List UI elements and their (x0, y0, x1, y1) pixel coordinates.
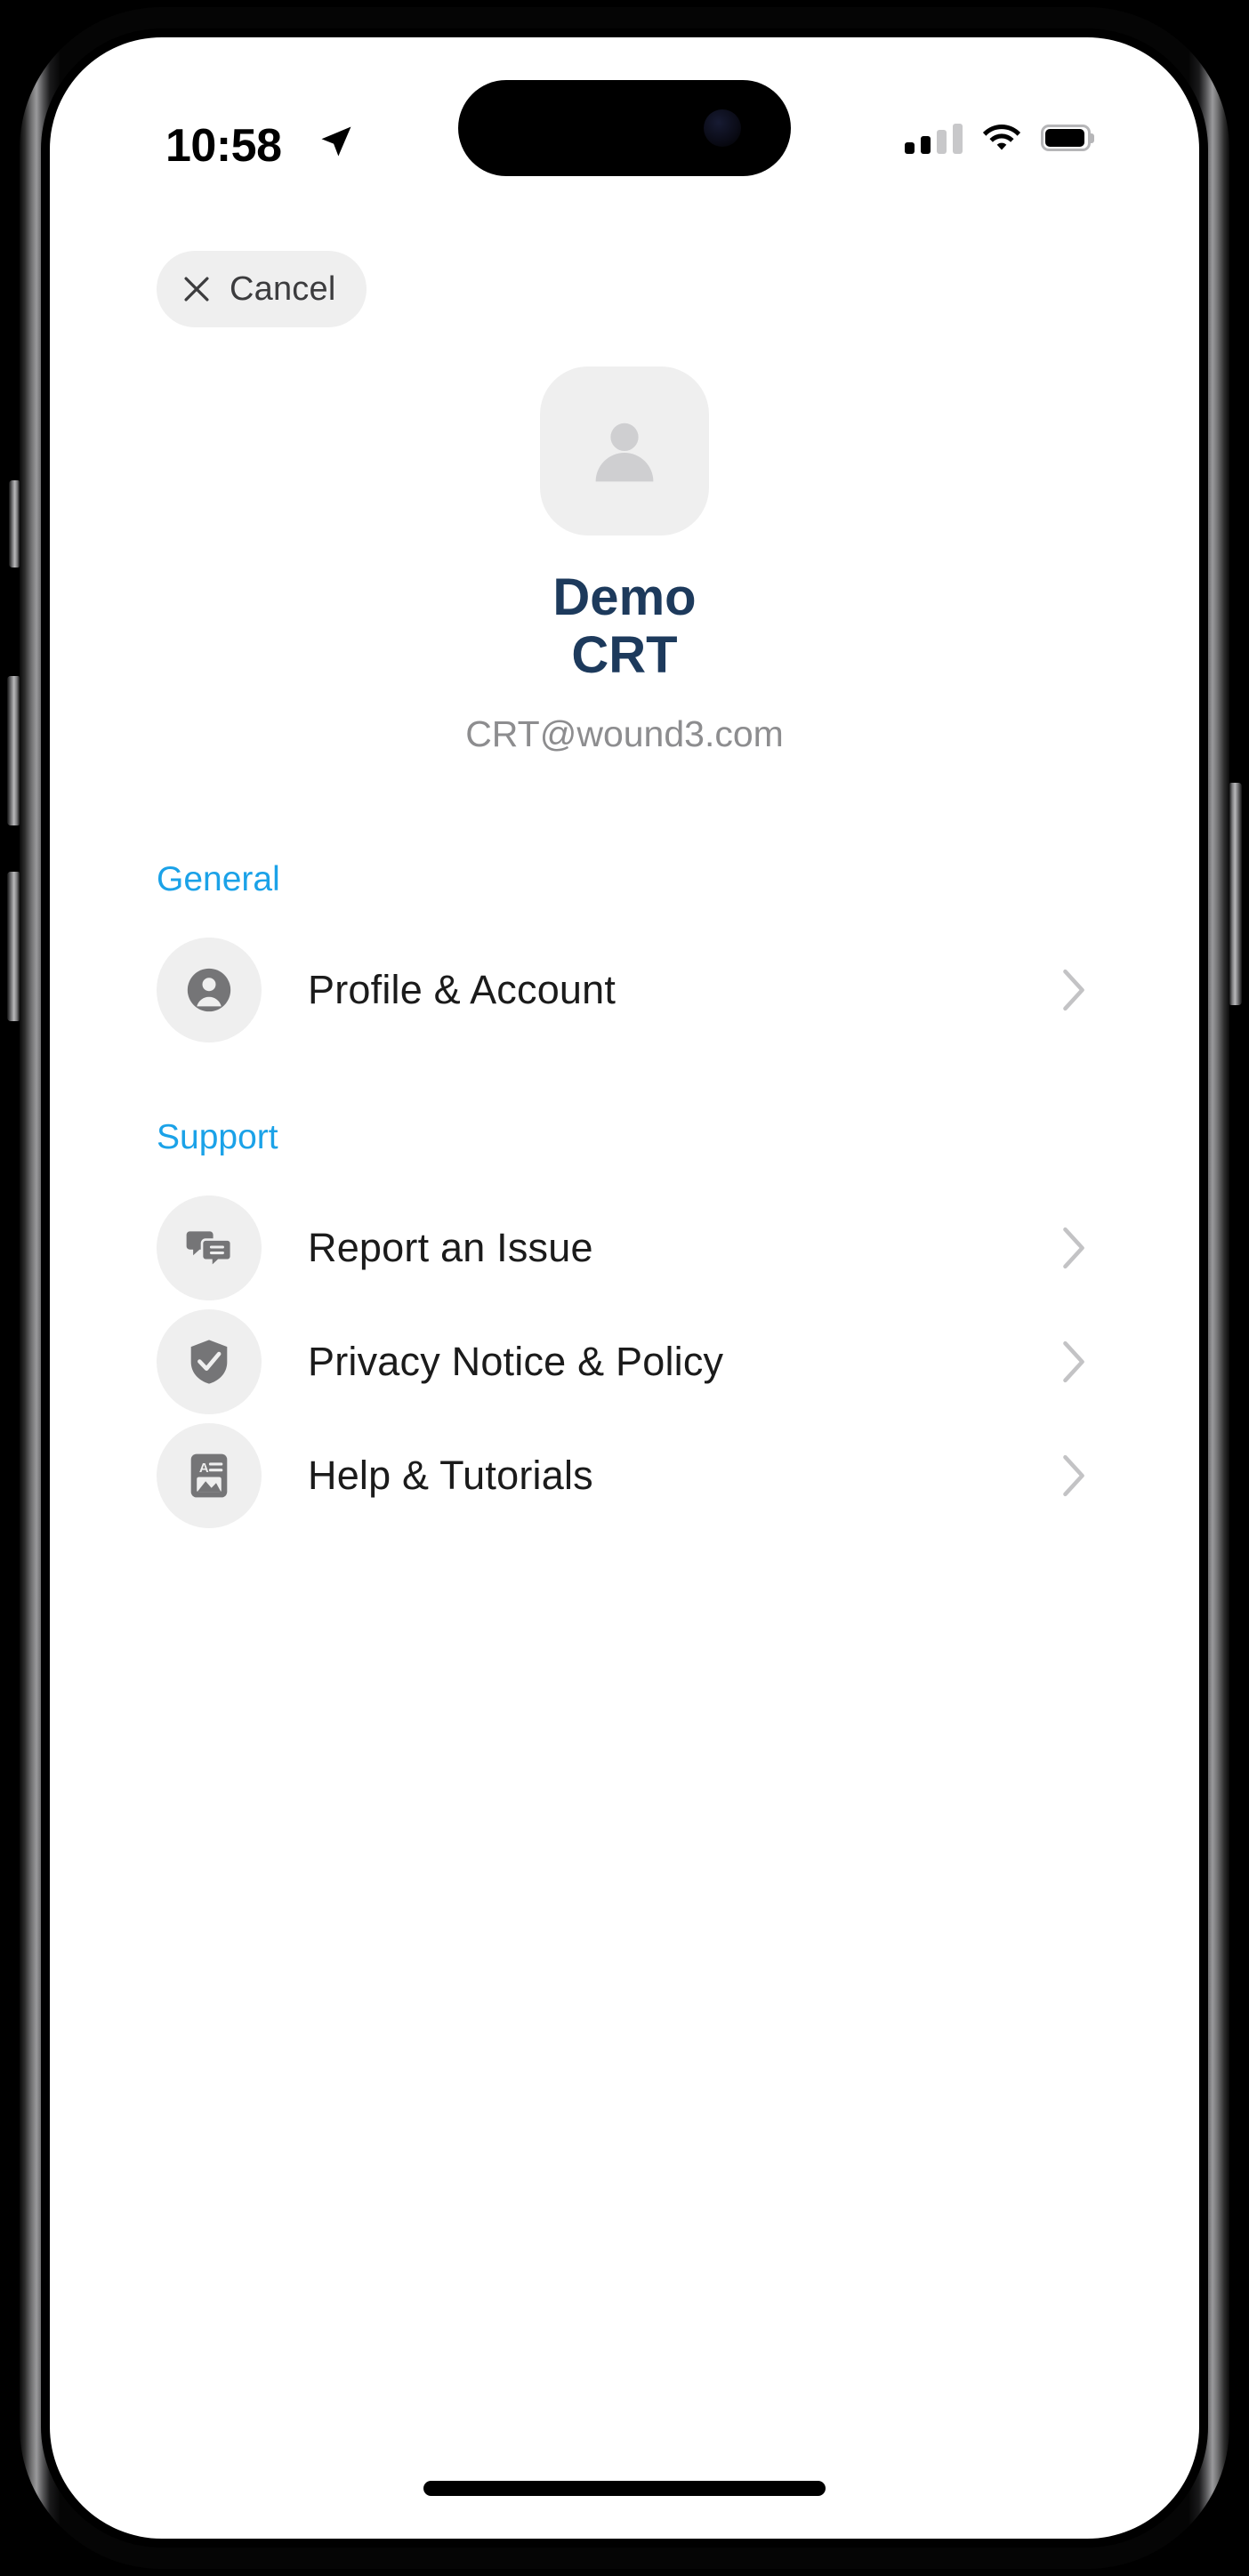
section-title-general: General (157, 860, 280, 898)
cellular-signal-icon (905, 124, 963, 154)
row-label: Profile & Account (308, 967, 616, 1012)
dynamic-island (458, 80, 791, 176)
row-privacy-policy[interactable]: Privacy Notice & Policy (50, 1305, 1199, 1419)
profile-header: Demo CRT CRT@wound3.com (50, 366, 1199, 755)
home-indicator-bar[interactable] (423, 2481, 826, 2496)
chevron-right-icon (1063, 969, 1084, 1011)
profile-name-line2: CRT (571, 625, 678, 684)
status-bar: 10:58 (50, 37, 1199, 197)
person-placeholder-icon (595, 423, 654, 482)
phone-screen: 10:58 Cancel Demo CRT CRT@wound3.com Gen… (50, 37, 1199, 2539)
wifi-icon (982, 125, 1021, 150)
chevron-right-icon (1063, 1227, 1084, 1269)
section-support-rows: Report an Issue Privacy Notice & Policy (50, 1191, 1199, 1533)
shield-check-icon (157, 1309, 262, 1414)
avatar[interactable] (540, 366, 709, 535)
section-title-support: Support (157, 1118, 278, 1156)
location-arrow-icon (321, 126, 351, 157)
status-time: 10:58 (165, 120, 282, 172)
device-frame: 10:58 Cancel Demo CRT CRT@wound3.com Gen… (0, 0, 1249, 2576)
section-general-rows: Profile & Account (50, 933, 1199, 1047)
row-report-issue[interactable]: Report an Issue (50, 1191, 1199, 1305)
svg-text:A: A (199, 1461, 209, 1476)
section-general: General Profile & Account (50, 860, 1199, 1047)
chat-bubbles-icon (157, 1195, 262, 1300)
profile-name: Demo CRT (552, 568, 697, 685)
person-circle-icon (157, 938, 262, 1042)
profile-email: CRT@wound3.com (465, 712, 784, 754)
article-document-icon: A (157, 1423, 262, 1528)
power-button[interactable] (1229, 783, 1242, 1005)
row-label: Report an Issue (308, 1225, 593, 1270)
front-camera-lens (704, 109, 741, 147)
status-icons (905, 116, 1094, 162)
silent-switch-button[interactable] (9, 480, 20, 568)
chevron-right-icon (1063, 1340, 1084, 1383)
volume-up-button[interactable] (7, 676, 20, 825)
row-help-tutorials[interactable]: A Help & Tutorials (50, 1419, 1199, 1533)
row-label: Help & Tutorials (308, 1453, 593, 1498)
row-profile-account[interactable]: Profile & Account (50, 933, 1199, 1047)
volume-down-button[interactable] (7, 872, 20, 1021)
battery-icon (1041, 125, 1094, 153)
close-x-icon (184, 277, 209, 302)
profile-name-line1: Demo (552, 568, 697, 626)
chevron-right-icon (1063, 1454, 1084, 1497)
cancel-button[interactable]: Cancel (157, 251, 367, 327)
cancel-button-label: Cancel (230, 270, 336, 308)
section-support: Support Report an Issue Privacy Notice &… (50, 1118, 1199, 1533)
row-label: Privacy Notice & Policy (308, 1339, 724, 1384)
